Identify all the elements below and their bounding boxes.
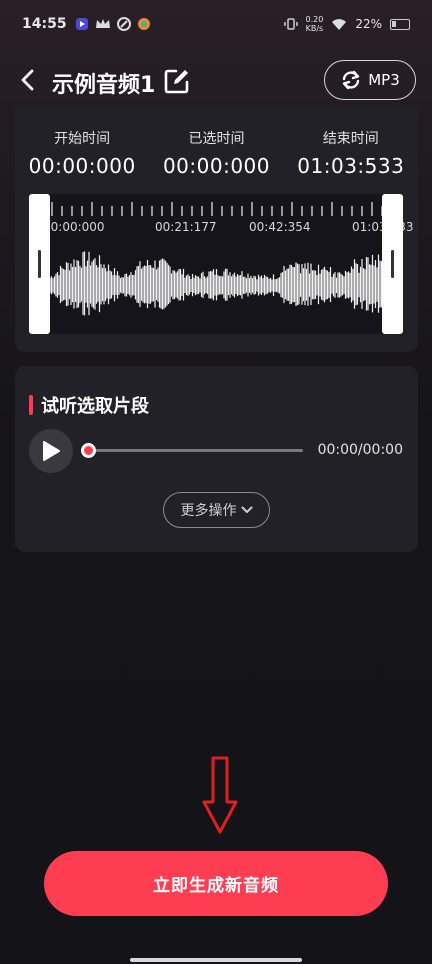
edit-title-button[interactable] bbox=[162, 66, 192, 96]
app-notification-icon bbox=[75, 18, 88, 30]
end-handle-grip bbox=[391, 250, 394, 278]
vibrate-icon bbox=[283, 18, 298, 30]
more-actions-label: 更多操作 bbox=[180, 503, 237, 519]
start-handle-grip bbox=[38, 250, 41, 278]
more-actions-button[interactable]: 更多操作 bbox=[163, 492, 270, 528]
top-bar: 示例音频1 MP3 bbox=[0, 56, 432, 106]
generate-audio-label: 立即生成新音频 bbox=[153, 876, 279, 896]
play-button[interactable] bbox=[29, 429, 73, 473]
edit-icon bbox=[164, 69, 189, 94]
playback-progress-thumb[interactable] bbox=[81, 443, 96, 458]
play-icon bbox=[43, 441, 60, 461]
net-speed: 0.20 KB/s bbox=[305, 15, 324, 33]
playback-time: 00:00/00:00 bbox=[317, 442, 403, 458]
convert-icon bbox=[343, 70, 360, 90]
battery-icon bbox=[390, 18, 410, 30]
selection-end-handle[interactable] bbox=[382, 194, 403, 334]
back-button[interactable] bbox=[12, 64, 44, 96]
waveform-card: 开始时间 00:00:000 已选时间 00:00:000 结束时间 01:03… bbox=[15, 106, 418, 352]
status-time: 14:55 bbox=[22, 16, 67, 32]
status-right: 0.20 KB/s 22% bbox=[283, 15, 410, 33]
arrow-down-icon bbox=[202, 756, 238, 834]
selected-time-label: 已选时间 bbox=[188, 131, 245, 147]
selection-start-handle[interactable] bbox=[29, 194, 50, 334]
end-time-value: 01:03:533 bbox=[297, 154, 405, 178]
preview-section-title: 试听选取片段 bbox=[29, 392, 149, 418]
format-convert-button[interactable]: MP3 bbox=[324, 60, 416, 100]
playback-progress-track[interactable] bbox=[85, 449, 303, 452]
end-time-label: 结束时间 bbox=[322, 131, 379, 147]
generate-audio-button[interactable]: 立即生成新音频 bbox=[44, 851, 388, 916]
crown-icon bbox=[95, 19, 110, 28]
selected-time-value: 00:00:000 bbox=[162, 154, 271, 178]
selected-time: 已选时间 00:00:000 bbox=[151, 128, 281, 178]
audio-waveform bbox=[50, 251, 382, 316]
chevron-left-icon bbox=[21, 69, 34, 91]
wifi-icon bbox=[332, 18, 347, 30]
start-time: 开始时间 00:00:000 bbox=[17, 128, 147, 178]
start-time-value: 00:00:000 bbox=[28, 154, 136, 178]
status-bar: 14:55 0.20 KB/s 22% bbox=[0, 0, 432, 48]
page-title: 示例音频1 bbox=[52, 73, 156, 98]
timeline-tick-labels: 00:00:000 00:21:177 00:42:354 01:03:533 bbox=[43, 220, 414, 236]
preview-title-text: 试听选取片段 bbox=[41, 396, 149, 417]
link-icon bbox=[116, 17, 131, 31]
end-time: 结束时间 01:03:533 bbox=[286, 128, 416, 178]
tick-label-1: 00:21:177 bbox=[155, 220, 217, 234]
start-time-label: 开始时间 bbox=[54, 131, 111, 147]
color-wheel-icon bbox=[137, 18, 150, 30]
battery-percent: 22% bbox=[355, 17, 382, 31]
timeline-ruler bbox=[51, 202, 382, 216]
notification-icons bbox=[75, 17, 151, 31]
selection-times: 开始时间 00:00:000 已选时间 00:00:000 结束时间 01:03… bbox=[15, 106, 418, 178]
title-accent-bar bbox=[29, 395, 33, 415]
tick-label-2: 00:42:354 bbox=[249, 220, 311, 234]
waveform-editor[interactable]: 00:00:000 00:21:177 00:42:354 01:03:533 bbox=[29, 194, 414, 334]
tick-label-0: 00:00:000 bbox=[43, 220, 105, 234]
chevron-down-icon bbox=[241, 506, 252, 513]
preview-card: 试听选取片段 00:00/00:00 更多操作 bbox=[15, 366, 418, 552]
home-indicator[interactable] bbox=[130, 958, 302, 962]
format-label: MP3 bbox=[368, 71, 400, 89]
